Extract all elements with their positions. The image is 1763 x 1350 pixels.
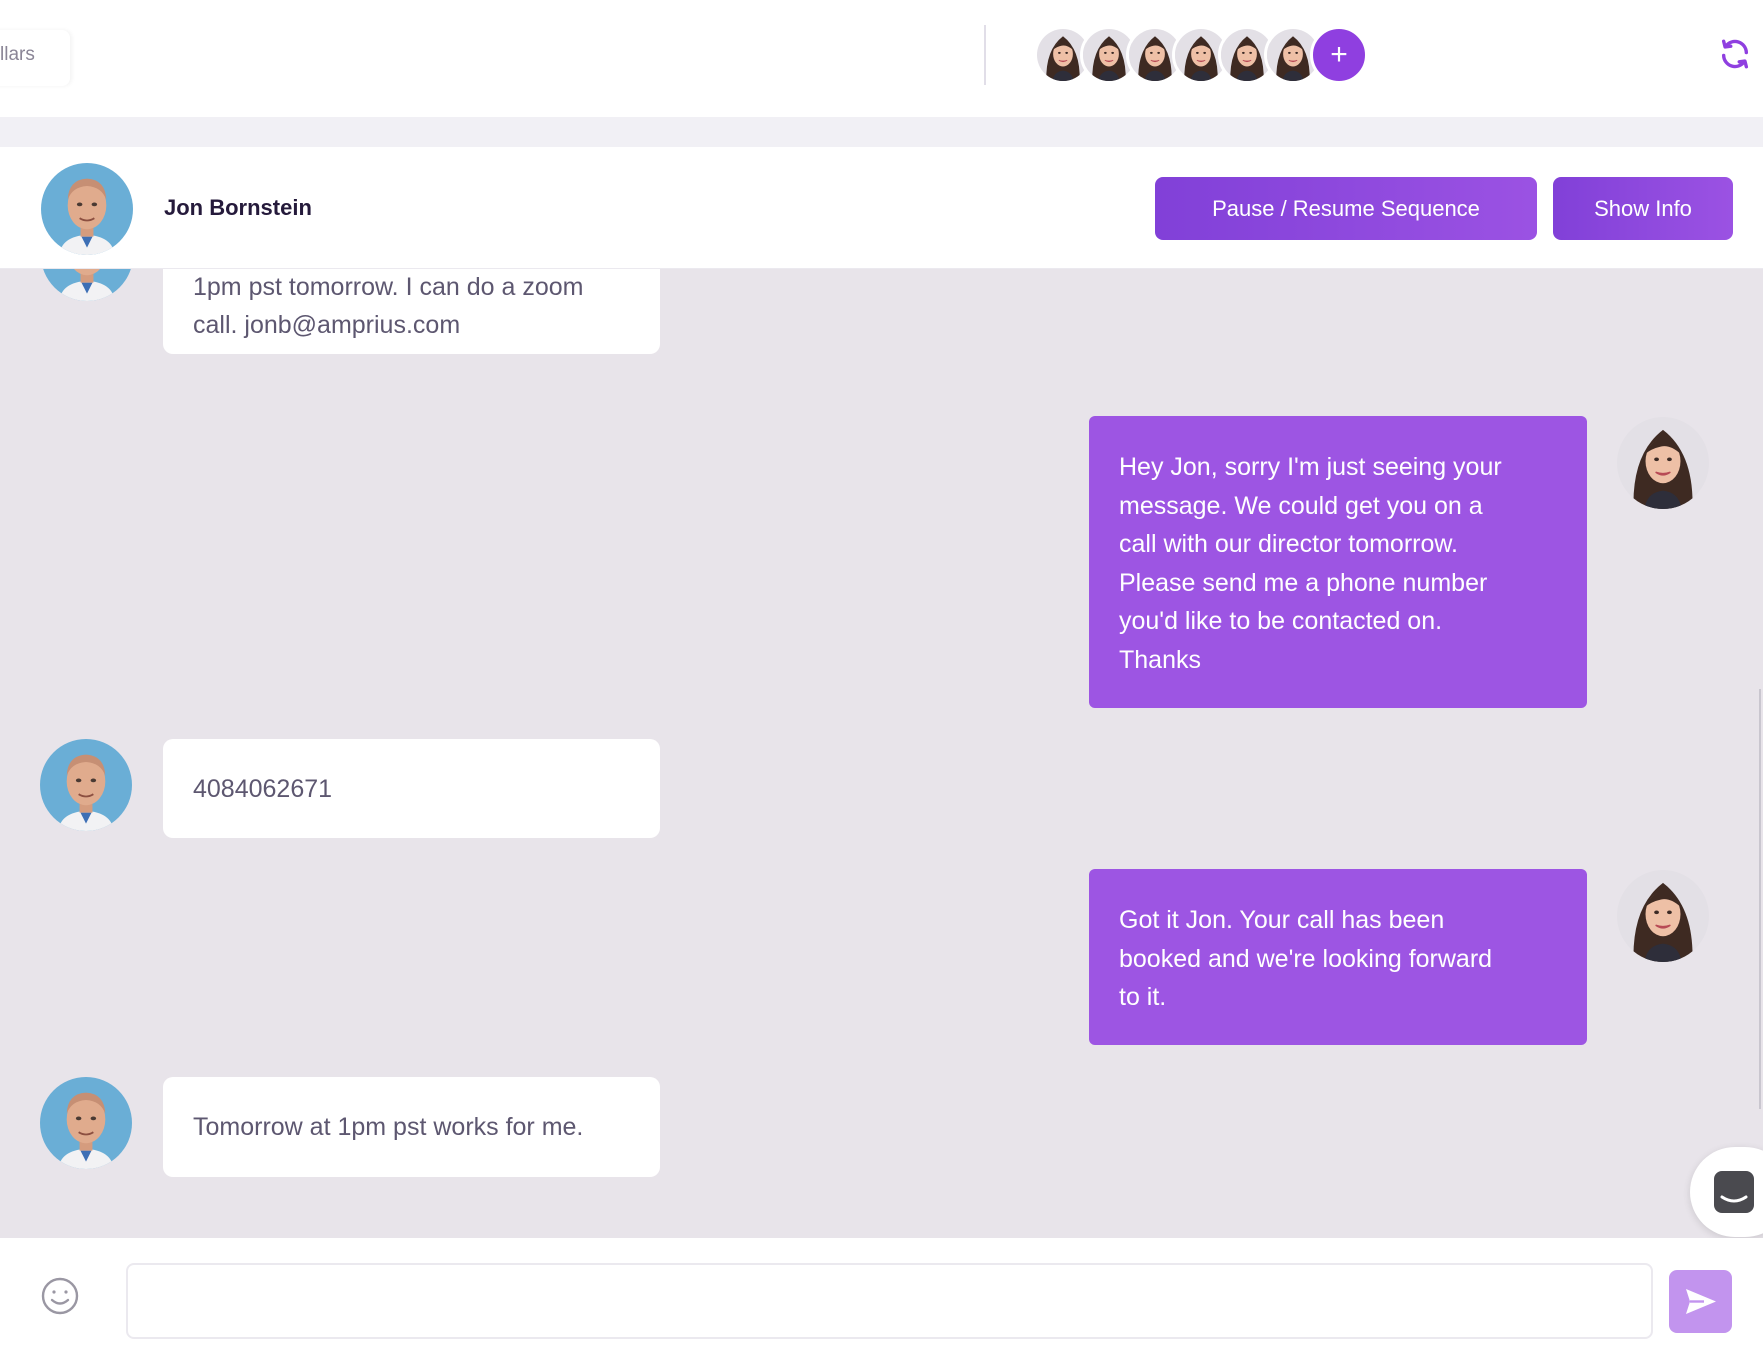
top-bar: llars + xyxy=(0,0,1763,117)
send-button[interactable] xyxy=(1669,1270,1732,1333)
message-line: Got it Jon. Your call has been xyxy=(1119,906,1445,934)
agent-avatar xyxy=(1617,870,1709,962)
message-line: to it. xyxy=(1119,983,1167,1011)
smiley-icon[interactable] xyxy=(40,1276,80,1316)
message-line: 1pm pst tomorrow. I can do a zoom xyxy=(193,273,584,301)
message-line: you'd like to be contacted on. xyxy=(1119,607,1443,635)
message-line: booked and we're looking forward xyxy=(1119,944,1493,973)
scrollbar[interactable] xyxy=(1759,689,1761,1109)
message-line: call with our director tomorrow. xyxy=(1119,530,1459,558)
send-icon xyxy=(1686,1289,1716,1314)
message-thread[interactable]: 1pm pst tomorrow. I can do a zoom call. … xyxy=(0,269,1763,1238)
chat-header: Jon Bornstein Pause / Resume Sequence Sh… xyxy=(0,147,1763,269)
divider xyxy=(984,25,986,85)
contact-avatar xyxy=(40,1077,132,1169)
agent-avatar xyxy=(1617,417,1709,509)
refresh-icon[interactable] xyxy=(1718,36,1752,72)
message-line: call. jonb@amprius.com xyxy=(193,311,461,339)
message-line: Hey Jon, sorry I'm just seeing your xyxy=(1119,453,1502,481)
message-composer xyxy=(0,1238,1763,1350)
contact-name: Jon Bornstein xyxy=(164,195,312,220)
message-line: message. We could get you on a xyxy=(1119,491,1483,520)
message-line: 4084062671 xyxy=(193,774,333,803)
contact-avatar xyxy=(41,269,133,301)
message-line: Thanks xyxy=(1119,645,1201,674)
sidebar-tab-label: llars xyxy=(0,44,35,65)
pause-resume-sequence-button[interactable]: Pause / Resume Sequence xyxy=(1155,177,1537,240)
contact-avatar[interactable] xyxy=(41,163,133,255)
outgoing-message: Hey Jon, sorry I'm just seeing your mess… xyxy=(1089,416,1587,708)
incoming-message: Tomorrow at 1pm pst works for me. xyxy=(163,1077,660,1177)
incoming-message: 4084062671 xyxy=(163,739,660,838)
show-info-button[interactable]: Show Info xyxy=(1553,177,1733,240)
message-input[interactable] xyxy=(126,1263,1653,1339)
contact-avatar xyxy=(40,739,132,831)
outgoing-message: Got it Jon. Your call has been booked an… xyxy=(1089,869,1587,1045)
chat-bubble-icon xyxy=(1714,1171,1754,1213)
header-spacer xyxy=(0,117,1763,147)
incoming-message: 1pm pst tomorrow. I can do a zoom call. … xyxy=(163,269,660,354)
message-line: Tomorrow at 1pm pst works for me. xyxy=(193,1113,584,1141)
message-line: Please send me a phone number xyxy=(1119,568,1488,597)
support-chat-launcher[interactable] xyxy=(1690,1147,1763,1237)
add-agent-button[interactable]: + xyxy=(1310,26,1368,84)
